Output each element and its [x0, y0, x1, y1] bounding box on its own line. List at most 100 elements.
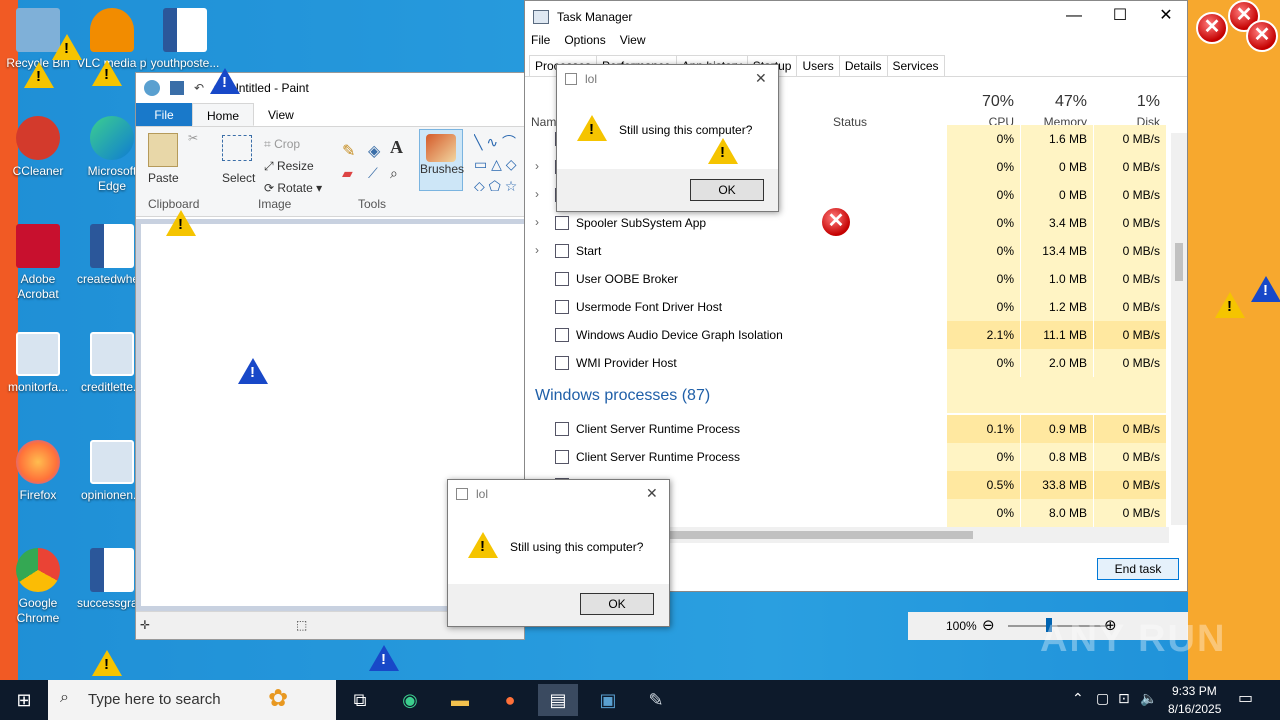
- taskbar-search[interactable]: ⌕ Type here to search ✿: [48, 680, 336, 720]
- eraser-icon[interactable]: ▰: [342, 165, 353, 182]
- expand-chevron-icon[interactable]: ›: [535, 159, 539, 173]
- minimize-button[interactable]: —: [1051, 1, 1097, 33]
- desktop-icon-youthposte[interactable]: youthposte...: [150, 8, 220, 71]
- tab-services[interactable]: Services: [886, 55, 945, 76]
- resize-button[interactable]: ⤢ Resize: [264, 159, 314, 174]
- desktop-icon-acrobat[interactable]: Adobe Acrobat: [3, 224, 73, 302]
- process-name: WMI Provider Host: [576, 356, 677, 370]
- search-icon: ⌕: [60, 689, 69, 706]
- table-row[interactable]: Usermode Font Driver Host 0% 1.2 MB 0 MB/s: [525, 293, 1169, 321]
- dialog-close-icon[interactable]: ✕: [646, 485, 658, 502]
- volume-icon[interactable]: 🔈: [1140, 690, 1157, 707]
- paint-title: Untitled - Paint: [230, 81, 309, 95]
- disk-cell: 0 MB/s: [1122, 272, 1160, 286]
- vlc-icon: [90, 8, 134, 52]
- clipboard-group-label: Clipboard: [148, 197, 200, 211]
- tray-device-icon[interactable]: ▢: [1096, 690, 1109, 707]
- cpu-cell: 0%: [996, 244, 1014, 258]
- table-row[interactable]: WMI Provider Host 0% 2.0 MB 0 MB/s: [525, 349, 1169, 377]
- menu-file[interactable]: File: [531, 33, 550, 53]
- dialog-close-icon[interactable]: ✕: [755, 70, 767, 87]
- memory-cell: 1.0 MB: [1048, 272, 1087, 286]
- paint-ribbon: Paste ✂ Clipboard Select ⌗ Crop ⤢ Resize…: [136, 127, 524, 217]
- expand-chevron-icon[interactable]: ›: [535, 215, 539, 229]
- warning-icon: [92, 60, 122, 86]
- zoom-out-icon[interactable]: ⊖: [982, 616, 995, 634]
- magnifier-icon[interactable]: ⌕: [390, 165, 398, 182]
- table-row[interactable]: Client Server Runtime Process 0.1% 0.9 MB 0…: [525, 415, 1169, 443]
- notifications-icon[interactable]: ▭: [1238, 688, 1253, 708]
- expand-chevron-icon[interactable]: ›: [535, 187, 539, 201]
- text-tool-icon[interactable]: A: [390, 137, 403, 158]
- zoom-level: 100%: [946, 619, 977, 633]
- pencil-icon[interactable]: ✎: [342, 141, 355, 161]
- file-explorer-icon[interactable]: ▬: [440, 684, 480, 716]
- search-highlight-icon: ✿: [268, 685, 289, 712]
- close-button[interactable]: ✕: [1143, 1, 1189, 33]
- tray-chevron-icon[interactable]: ⌃: [1072, 690, 1084, 707]
- tab-file[interactable]: File: [136, 103, 192, 126]
- expand-chevron-icon[interactable]: ›: [535, 243, 539, 257]
- maximize-button[interactable]: ☐: [1097, 1, 1143, 33]
- table-row[interactable]: Client Server Runtime Process 0% 0.8 MB 0 M…: [525, 443, 1169, 471]
- anyrun-watermark: ANY RUN: [1040, 618, 1227, 660]
- clock-time[interactable]: 9:33 PM: [1172, 684, 1217, 698]
- cpu-cell: 0%: [996, 216, 1014, 230]
- tab-users[interactable]: Users: [796, 55, 840, 76]
- task-manager-taskbar-icon[interactable]: ▤: [538, 684, 578, 716]
- network-icon[interactable]: ⊡: [1118, 690, 1130, 707]
- dialog-title: lol: [585, 72, 598, 86]
- process-name: Start: [576, 244, 602, 258]
- section-header-windows-processes[interactable]: Windows processes (87): [535, 387, 710, 405]
- scrollbar-thumb[interactable]: [1175, 243, 1183, 281]
- paint-alt-taskbar-icon[interactable]: ✎: [636, 684, 676, 716]
- crop-button[interactable]: ⌗ Crop: [264, 137, 300, 152]
- dialog-still-using-bottom: lol ✕ Still using this computer? OK: [447, 479, 670, 627]
- cut-icon[interactable]: ✂: [188, 131, 198, 145]
- desktop-icon-firefox[interactable]: Firefox: [3, 440, 73, 503]
- vertical-scrollbar[interactable]: [1171, 133, 1187, 525]
- end-task-button[interactable]: End task: [1097, 558, 1179, 580]
- tab-home[interactable]: Home: [192, 103, 255, 126]
- tm-titlebar: Task Manager — ☐ ✕: [525, 1, 1187, 33]
- desktop-icon-monitorfa[interactable]: monitorfa...: [3, 332, 73, 395]
- paste-button[interactable]: Paste: [148, 171, 179, 185]
- memory-cell: 13.4 MB: [1042, 244, 1087, 258]
- brushes-button[interactable]: Brushes: [419, 129, 464, 191]
- color-picker-icon[interactable]: ⟋: [368, 165, 378, 182]
- paint-taskbar-icon[interactable]: ▣: [588, 684, 628, 716]
- ccleaner-icon: [16, 116, 60, 160]
- table-row[interactable]: User OOBE Broker 0% 1.0 MB 0 MB/s: [525, 265, 1169, 293]
- desktop-icon-ccleaner[interactable]: CCleaner: [3, 116, 73, 179]
- menu-view[interactable]: View: [620, 33, 646, 53]
- chrome-icon: [16, 548, 60, 592]
- clock-date[interactable]: 8/16/2025: [1168, 702, 1221, 716]
- dialog-body: Still using this computer?: [557, 93, 778, 169]
- dialog-titlebar: lol ✕: [448, 480, 669, 508]
- rotate-button[interactable]: ⟳ Rotate ▾: [264, 181, 322, 195]
- search-placeholder: Type here to search: [88, 691, 221, 708]
- dialog-message: Still using this computer?: [510, 540, 644, 554]
- select-button[interactable]: Select: [222, 171, 255, 185]
- start-button[interactable]: ⊞: [4, 684, 44, 716]
- undo-icon[interactable]: ↶: [194, 81, 204, 95]
- desktop-icon-chrome[interactable]: Google Chrome: [3, 548, 73, 626]
- save-icon[interactable]: [170, 81, 184, 95]
- warning-icon: [166, 210, 196, 236]
- firefox-taskbar-icon[interactable]: ●: [490, 684, 530, 716]
- tab-view[interactable]: View: [254, 103, 308, 126]
- table-row[interactable]: › Start 0% 13.4 MB 0 MB/s: [525, 237, 1169, 265]
- cpu-cell: 0%: [996, 450, 1014, 464]
- dialog-ok-button[interactable]: OK: [690, 179, 764, 201]
- cpu-cell: 0.5%: [986, 478, 1014, 492]
- fill-icon[interactable]: ◈: [368, 141, 380, 161]
- task-view-icon[interactable]: ⧉: [340, 684, 380, 716]
- shapes-gallery[interactable]: ╲ ∿ ⌒ ▭ △ ◇ ◇ ⬠ ☆: [474, 131, 524, 191]
- table-row[interactable]: Windows Audio Device Graph Isolation 2.1%…: [525, 321, 1169, 349]
- tab-details[interactable]: Details: [838, 55, 888, 76]
- dialog-still-using-top: lol ✕ Still using this computer? OK: [556, 64, 779, 212]
- edge-taskbar-icon[interactable]: ◉: [390, 684, 430, 716]
- dialog-ok-button[interactable]: OK: [580, 593, 654, 615]
- menu-options[interactable]: Options: [564, 33, 605, 53]
- dialog-body: Still using this computer?: [448, 508, 669, 584]
